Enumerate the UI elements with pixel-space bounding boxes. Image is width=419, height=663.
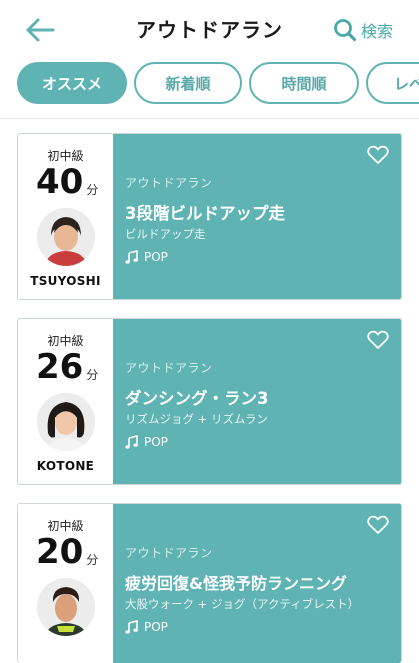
course-info: アウトドアラン ダンシング・ラン3 リズムジョグ + リズムラン POP <box>113 319 401 484</box>
course-card[interactable]: 初中級 40 分 TSUYOSHI アウトドアラン 3段階ビルドアップ走 ビルド… <box>17 133 402 300</box>
course-subtitle: 大股ウォーク + ジョグ（アクティブレスト） <box>125 597 360 611</box>
favorite-button[interactable] <box>367 330 389 350</box>
course-meta: 初中級 40 分 TSUYOSHI <box>18 134 113 299</box>
duration-unit: 分 <box>86 183 99 197</box>
music-label: POP <box>144 435 168 449</box>
favorite-button[interactable] <box>367 145 389 165</box>
heart-outline-icon <box>367 330 389 349</box>
tab-newest[interactable]: 新着順 <box>134 62 242 104</box>
course-card[interactable]: 初中級 20 分 アウトドアラン 疲労回復&怪我予防ランニング 大股ウォーク +… <box>17 503 402 663</box>
music-note-icon <box>125 435 138 449</box>
music-genre: POP <box>125 435 168 449</box>
app-header: アウトドアラン 検索 <box>0 0 419 58</box>
duration-unit: 分 <box>86 368 99 382</box>
course-title: ダンシング・ラン3 <box>125 389 269 408</box>
magnifier-icon <box>334 19 357 42</box>
trainer-avatar <box>37 208 95 266</box>
course-category: アウトドアラン <box>125 176 213 190</box>
trainer-name: TSUYOSHI <box>30 274 101 288</box>
music-label: POP <box>144 250 168 264</box>
course-category: アウトドアラン <box>125 546 213 560</box>
music-label: POP <box>144 620 168 634</box>
course-info: アウトドアラン 3段階ビルドアップ走 ビルドアップ走 POP <box>113 134 401 299</box>
course-info: アウトドアラン 疲労回復&怪我予防ランニング 大股ウォーク + ジョグ（アクティ… <box>113 504 401 663</box>
music-genre: POP <box>125 620 168 634</box>
course-subtitle: ビルドアップ走 <box>125 227 206 241</box>
duration-value: 40 <box>36 162 84 202</box>
course-category: アウトドアラン <box>125 361 213 375</box>
favorite-button[interactable] <box>367 515 389 535</box>
trainer-avatar <box>37 578 95 636</box>
trainer-photo-icon <box>37 393 95 451</box>
trainer-photo-icon <box>37 578 95 636</box>
course-meta: 初中級 26 分 KOTONE <box>18 319 113 484</box>
duration: 20 分 <box>36 532 98 572</box>
tab-recommended[interactable]: オススメ <box>17 62 127 104</box>
search-label: 検索 <box>360 22 393 41</box>
course-meta: 初中級 20 分 <box>18 504 113 663</box>
course-title: 疲労回復&怪我予防ランニング <box>125 574 347 593</box>
trainer-avatar <box>37 393 95 451</box>
trainer-photo-icon <box>37 208 95 266</box>
duration-unit: 分 <box>86 553 99 567</box>
search-button[interactable]: 検索 <box>333 16 393 44</box>
sort-tabs: オススメ 新着順 時間順 レベ <box>0 58 419 110</box>
course-title: 3段階ビルドアップ走 <box>125 204 285 223</box>
tabs-divider <box>0 118 419 119</box>
music-genre: POP <box>125 250 168 264</box>
course-subtitle: リズムジョグ + リズムラン <box>125 412 268 426</box>
heart-outline-icon <box>367 145 389 164</box>
duration-value: 26 <box>36 347 84 387</box>
trainer-name: KOTONE <box>36 459 95 473</box>
tab-level[interactable]: レベ <box>366 62 419 104</box>
course-card[interactable]: 初中級 26 分 KOTONE アウトドアラン ダンシング・ラン3 リズムジョグ… <box>17 318 402 485</box>
duration: 40 分 <box>36 162 98 202</box>
music-note-icon <box>125 620 138 634</box>
duration-value: 20 <box>36 532 84 572</box>
tab-duration[interactable]: 時間順 <box>249 62 359 104</box>
duration: 26 分 <box>36 347 98 387</box>
music-note-icon <box>125 250 138 264</box>
heart-outline-icon <box>367 515 389 534</box>
